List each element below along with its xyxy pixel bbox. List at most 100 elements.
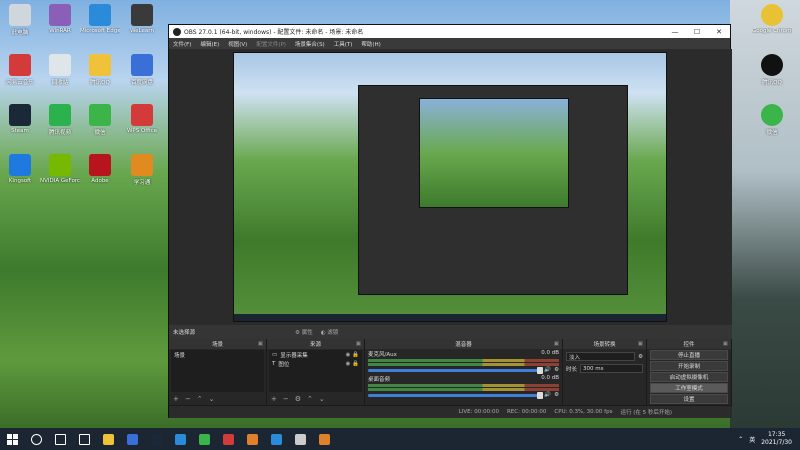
edge-icon[interactable] — [170, 431, 190, 447]
baidu-icon[interactable] — [122, 431, 142, 447]
wechat-icon — [761, 104, 783, 126]
channel-settings-icon[interactable]: ⚙ — [554, 367, 559, 373]
video-icon — [49, 104, 71, 126]
explorer-icon[interactable] — [98, 431, 118, 447]
desktop-icon[interactable]: NVIDIA GeForce Experience — [40, 154, 80, 184]
menu-item[interactable]: 编辑(E) — [200, 40, 219, 48]
desktop-icon[interactable]: WeLearn — [122, 4, 162, 34]
transition-type-select[interactable]: 淡入 — [566, 352, 636, 361]
channel-settings-icon[interactable]: ⚙ — [554, 392, 559, 398]
move-up-icon[interactable]: ⌃ — [197, 395, 203, 403]
menu-item[interactable]: 视图(V) — [228, 40, 247, 48]
properties-button[interactable]: ⚙ 属性 — [295, 328, 313, 336]
move-down-icon[interactable]: ⌄ — [319, 395, 325, 403]
source-label: 显示器采集 — [280, 352, 308, 359]
desktop-icon[interactable]: 微信 — [752, 104, 792, 136]
search-icon[interactable] — [26, 431, 46, 447]
preview-taskbar — [234, 314, 666, 321]
obs-icon[interactable] — [290, 431, 310, 447]
edge-icon[interactable] — [266, 431, 286, 447]
huorong-icon[interactable] — [242, 431, 262, 447]
source-settings-icon[interactable]: ⚙ — [295, 395, 301, 403]
transition-settings-icon[interactable]: ⚙ — [638, 354, 643, 360]
desktop-icon-label: 百度网盘 — [130, 80, 153, 86]
input-language[interactable]: 英 — [749, 435, 755, 444]
dock-pin-icon[interactable]: ▣ — [723, 341, 728, 347]
remove-scene-button[interactable]: − — [185, 395, 191, 403]
audio-mixer-dock: 混音器 ▣ 麦克风/Aux 0.0 dB 🔊 ⚙ 桌面音频 0.0 dB 🔊 ⚙ — [365, 339, 563, 405]
computer-icon — [9, 4, 31, 26]
desktop-icon[interactable]: Microsoft Edge — [80, 4, 120, 34]
desktop-icon-label: 腾讯QQ — [90, 80, 110, 86]
close-button[interactable]: ✕ — [708, 28, 730, 36]
qq-icon — [89, 54, 111, 76]
audio-meter — [368, 384, 559, 387]
duration-label: 时长 — [566, 366, 578, 373]
wechat-icon[interactable] — [194, 431, 214, 447]
control-button[interactable]: 设置 — [650, 394, 728, 404]
window-titlebar[interactable]: OBS 27.0.1 (64-bit, windows) - 配置文件: 未命名… — [169, 25, 730, 38]
desktop-icon[interactable]: Adobe — [80, 154, 120, 184]
dock-pin-icon[interactable]: ▣ — [638, 341, 643, 347]
desktop-icon[interactable]: 百度网盘 — [122, 54, 162, 86]
desktop-icon[interactable]: Steam — [0, 104, 40, 134]
app-icon[interactable] — [314, 431, 334, 447]
minimize-button[interactable]: — — [664, 28, 686, 36]
taskbar-apps — [24, 431, 336, 447]
speaker-icon[interactable]: 🔊 — [544, 392, 551, 398]
tray-chevron-icon[interactable]: ⌃ — [738, 436, 743, 443]
add-source-button[interactable]: + — [271, 395, 277, 403]
audio-meter — [368, 359, 559, 362]
dock-pin-icon[interactable]: ▣ — [554, 341, 559, 347]
maximize-button[interactable]: ☐ — [686, 28, 708, 36]
scene-item[interactable]: 场景 — [171, 350, 264, 359]
widgets-icon[interactable] — [74, 431, 94, 447]
sources-dock: 来源 ▣ ▭ 显示器采集 ◉ 🔒 T 图位 ◉ 🔒 + − ⚙ ⌃ ⌄ — [267, 339, 365, 405]
extra-status: 运行 (在 5 秒后开始) — [620, 410, 672, 416]
source-item[interactable]: ▭ 显示器采集 ◉ 🔒 — [269, 350, 362, 359]
windows-start-icon[interactable] — [2, 431, 22, 447]
clock[interactable]: 17:35 2021/7/30 — [761, 431, 792, 447]
desktop-icon[interactable]: 学习通 — [122, 154, 162, 186]
speaker-icon[interactable]: 🔊 — [544, 367, 551, 373]
desktop-icon[interactable]: Kingsoft — [0, 154, 40, 184]
menu-item[interactable]: 文件(F) — [173, 40, 191, 48]
desktop-icon[interactable]: Google Chrome — [752, 4, 792, 34]
dock-pin-icon[interactable]: ▣ — [258, 341, 263, 347]
menu-item[interactable]: 配置文件(P) — [256, 40, 286, 48]
control-button[interactable]: 停止直播 — [650, 350, 728, 360]
menu-item[interactable]: 场景集合(S) — [295, 40, 325, 48]
desktop-icon[interactable]: WinRAR — [40, 4, 80, 34]
duration-input[interactable]: 300 ms — [580, 364, 643, 373]
desktop-icon[interactable]: 腾讯视频 — [40, 104, 80, 136]
control-button[interactable]: 开始录制 — [650, 361, 728, 371]
desktop-icon[interactable]: 腾讯QQ — [752, 54, 792, 86]
desktop-icon[interactable]: 网易云音乐 — [0, 54, 40, 86]
control-button[interactable]: 工作室模式 — [650, 383, 728, 393]
task-view-icon[interactable] — [50, 431, 70, 447]
desktop-icon[interactable]: WPS Office — [122, 104, 162, 134]
steam-icon[interactable] — [146, 431, 166, 447]
desktop-icon[interactable]: 微信 — [80, 104, 120, 136]
visibility-eye-icon[interactable]: ◉ 🔒 — [346, 361, 362, 367]
netease-music-icon[interactable] — [218, 431, 238, 447]
menu-item[interactable]: 帮助(H) — [361, 40, 380, 48]
visibility-eye-icon[interactable]: ◉ 🔒 — [346, 352, 362, 358]
preview-canvas[interactable] — [233, 52, 667, 322]
filters-button[interactable]: ◐ 滤镜 — [321, 328, 339, 336]
volume-slider[interactable] — [368, 366, 544, 374]
move-down-icon[interactable]: ⌄ — [209, 395, 215, 403]
dock-pin-icon[interactable]: ▣ — [356, 341, 361, 347]
volume-slider[interactable] — [368, 391, 544, 399]
move-up-icon[interactable]: ⌃ — [307, 395, 313, 403]
source-item[interactable]: T 图位 ◉ 🔒 — [269, 359, 362, 368]
menu-item[interactable]: 工具(T) — [334, 40, 353, 48]
desktop-icon[interactable]: 回收站 — [40, 54, 80, 86]
desktop-icon[interactable]: 腾讯QQ — [80, 54, 120, 86]
desktop-icon-label: 学习通 — [133, 180, 151, 186]
control-button[interactable]: 启动虚拟摄像机 — [650, 372, 728, 382]
remove-source-button[interactable]: − — [283, 395, 289, 403]
clock-time: 17:35 — [767, 431, 786, 438]
desktop-icon[interactable]: 此电脑 — [0, 4, 40, 36]
add-scene-button[interactable]: + — [173, 395, 179, 403]
